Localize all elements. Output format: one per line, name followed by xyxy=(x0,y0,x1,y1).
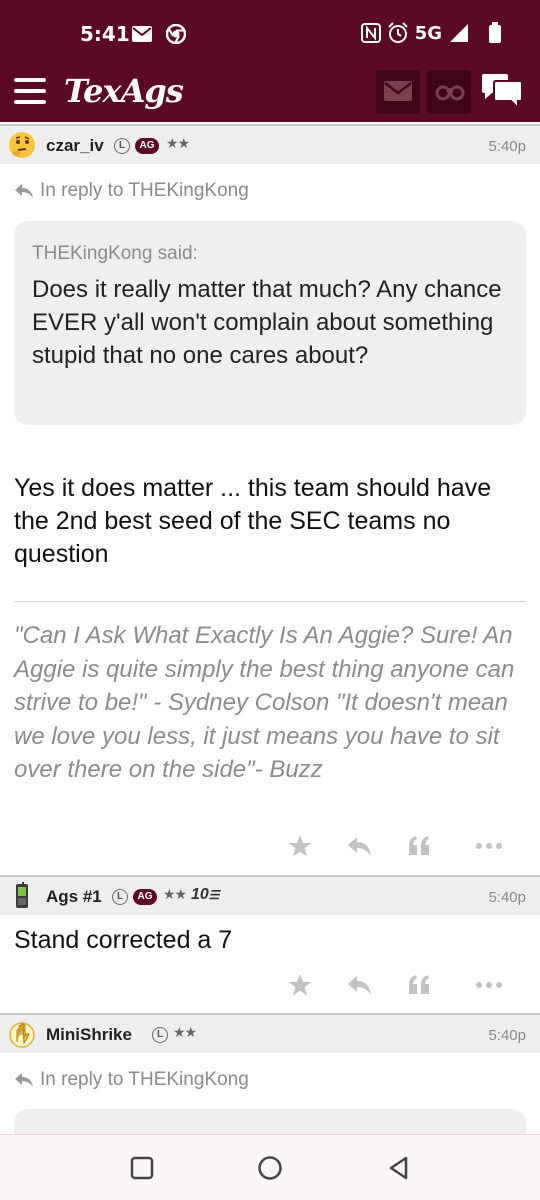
phone-icon xyxy=(16,882,28,908)
post-time: 5:40p xyxy=(488,889,526,906)
post-actions xyxy=(286,832,526,860)
rank-stars: ★★ xyxy=(173,1025,197,1041)
quote-icon[interactable] xyxy=(406,971,434,999)
ten-year-badge: 10☰ xyxy=(191,886,220,903)
battery-icon xyxy=(489,22,501,43)
reply-to-link[interactable]: In reply to THEKingKong xyxy=(14,1069,249,1091)
messages-button[interactable] xyxy=(376,70,420,114)
watched-threads-button[interactable] xyxy=(427,70,471,114)
signature-divider xyxy=(14,601,526,602)
post-body: Yes it does matter ... this team should … xyxy=(14,474,492,568)
username[interactable]: czar_iv xyxy=(46,136,104,156)
rank-stars: ★★ xyxy=(166,136,190,152)
quote-text: Does it really matter that much? Any cha… xyxy=(32,276,502,369)
chrome-icon xyxy=(166,24,186,44)
post-header: Ags #1 L AG ★★ 10☰ 5:40p xyxy=(0,875,540,915)
waving-hand-icon xyxy=(9,1022,35,1048)
system-nav-bar xyxy=(0,1134,540,1200)
chat-button[interactable] xyxy=(480,73,524,115)
app-header: TexAgs xyxy=(0,64,540,122)
recents-icon[interactable] xyxy=(129,1155,155,1181)
username[interactable]: Ags #1 xyxy=(46,887,102,907)
post-header: MiniShrike L ★★ 5:40p xyxy=(0,1013,540,1053)
quote-attribution: THEKingKong said: xyxy=(32,243,198,264)
menu-icon[interactable] xyxy=(14,78,46,104)
quote-block xyxy=(14,1109,526,1134)
ag-badge: AG xyxy=(133,889,157,905)
binoculars-icon xyxy=(435,85,465,101)
star-icon[interactable] xyxy=(286,971,314,999)
reply-icon[interactable] xyxy=(346,971,374,999)
reply-icon xyxy=(15,1073,33,1087)
status-time: 5:41 xyxy=(80,22,130,46)
status-bar: 5:41 5G xyxy=(0,0,540,64)
post-time: 5:40p xyxy=(488,138,526,155)
more-icon[interactable] xyxy=(474,832,504,860)
rank-stars: ★★ xyxy=(163,887,187,903)
nfc-icon xyxy=(360,23,381,43)
quote-block: THEKingKong said: Does it really matter … xyxy=(14,221,526,425)
star-icon[interactable] xyxy=(286,832,314,860)
post-actions xyxy=(286,971,526,999)
lifetime-badge: L xyxy=(114,138,130,154)
thinking-face-icon xyxy=(9,132,35,158)
reply-to-link[interactable]: In reply to THEKingKong xyxy=(14,180,249,202)
post-body: Stand corrected a 7 xyxy=(14,926,233,954)
reply-to-text: In reply to THEKingKong xyxy=(40,180,249,201)
username[interactable]: MiniShrike xyxy=(46,1025,132,1045)
more-icon[interactable] xyxy=(474,971,504,999)
alarm-icon xyxy=(387,22,408,43)
signal-icon xyxy=(450,24,468,42)
reply-to-text: In reply to THEKingKong xyxy=(40,1069,249,1090)
reply-icon[interactable] xyxy=(346,832,374,860)
home-icon[interactable] xyxy=(257,1155,283,1181)
mail-icon xyxy=(132,26,152,42)
reply-icon xyxy=(15,184,33,198)
network-label: 5G xyxy=(414,22,442,44)
lifetime-badge: L xyxy=(152,1027,168,1043)
mail-icon xyxy=(384,81,412,101)
back-icon[interactable] xyxy=(386,1155,412,1181)
ag-badge: AG xyxy=(135,138,159,154)
site-logo[interactable]: TexAgs xyxy=(64,72,184,110)
lifetime-badge: L xyxy=(112,889,128,905)
quote-icon[interactable] xyxy=(406,832,434,860)
post-signature: "Can I Ask What Exactly Is An Aggie? Sur… xyxy=(14,622,515,783)
post-header: czar_iv L AG ★★ 5:40p xyxy=(0,124,540,164)
post-time: 5:40p xyxy=(488,1027,526,1044)
chat-icon xyxy=(482,74,523,111)
